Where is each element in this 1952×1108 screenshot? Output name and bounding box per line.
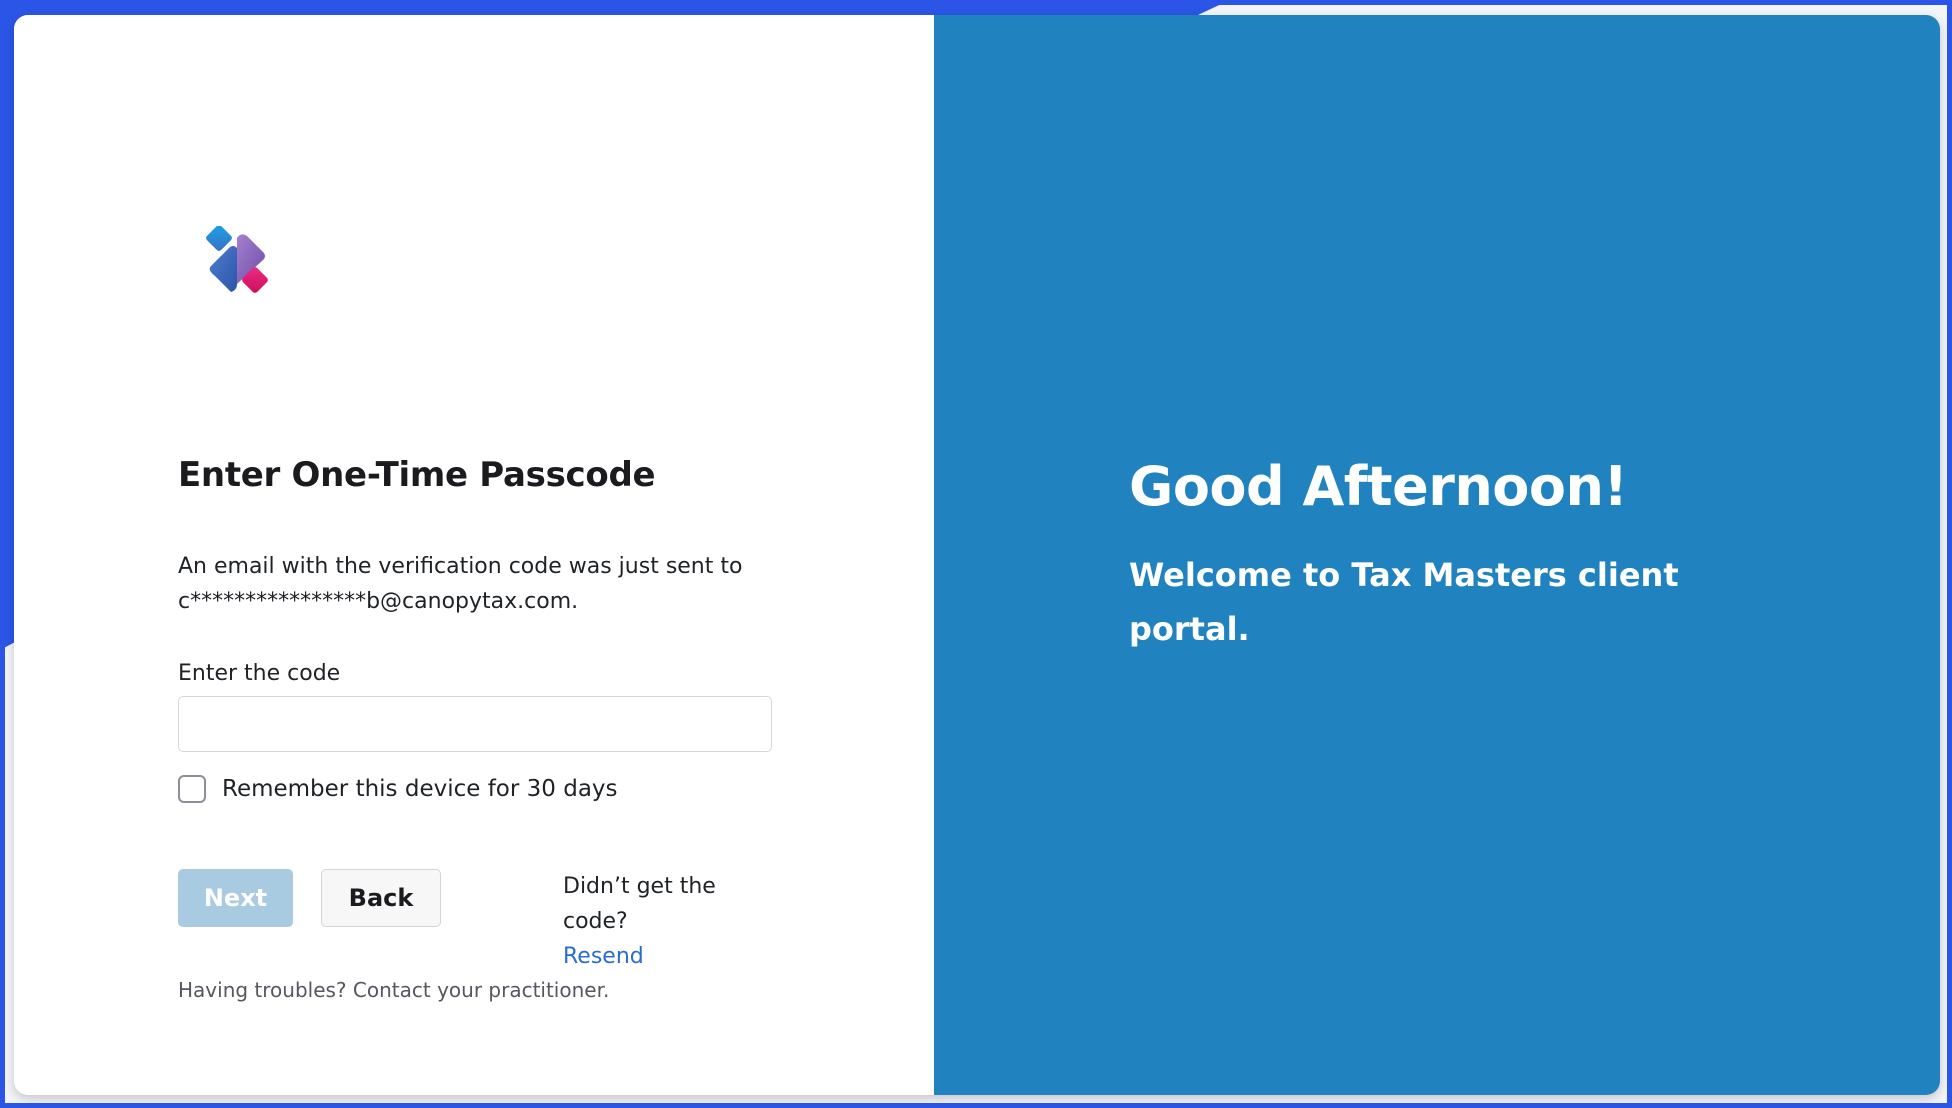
page-title: Enter One-Time Passcode: [178, 455, 656, 495]
login-panel: Enter One-Time Passcode An email with th…: [14, 15, 934, 1095]
greeting-title: Good Afternoon!: [1129, 455, 1628, 518]
resend-link[interactable]: Resend: [563, 939, 778, 974]
resend-block: Didn’t get the code? Resend: [563, 869, 778, 974]
form-actions: Next Back Didn’t get the code? Resend: [178, 869, 778, 969]
code-input[interactable]: [178, 696, 772, 752]
verification-description: An email with the verification code was …: [178, 549, 778, 619]
remember-device-checkbox[interactable]: [178, 775, 206, 803]
login-card: Enter One-Time Passcode An email with th…: [14, 15, 1940, 1095]
resend-prompt: Didn’t get the code?: [563, 874, 716, 934]
code-field-label: Enter the code: [178, 661, 341, 686]
passcode-form: Enter One-Time Passcode An email with th…: [178, 455, 778, 1002]
remember-device-label[interactable]: Remember this device for 30 days: [222, 776, 618, 802]
help-text: Having troubles? Contact your practition…: [178, 978, 610, 1002]
back-button[interactable]: Back: [321, 869, 441, 927]
next-button[interactable]: Next: [178, 869, 293, 927]
welcome-message: Welcome to Tax Masters client portal.: [1129, 556, 1679, 648]
greeting-block: Good Afternoon! Welcome to Tax Masters c…: [1129, 455, 1769, 656]
description-line: An email with the verification code was …: [178, 554, 743, 579]
welcome-panel: Good Afternoon! Welcome to Tax Masters c…: [934, 15, 1940, 1095]
masked-email: c****************b@canopytax.com.: [178, 589, 579, 614]
canopy-logo-icon: [206, 226, 268, 293]
remember-device-row: Remember this device for 30 days: [178, 775, 778, 803]
